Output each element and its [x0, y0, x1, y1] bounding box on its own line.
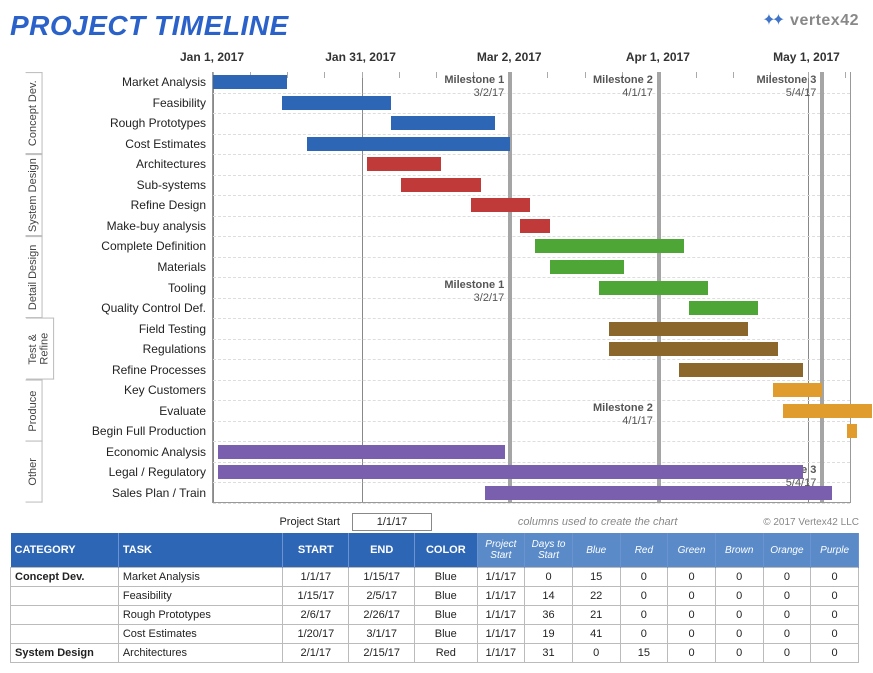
- milestone-label: Milestone 13/2/17: [424, 74, 510, 99]
- table-row[interactable]: Concept Dev.Market Analysis1/1/171/15/17…: [11, 568, 859, 587]
- gantt-bar: [391, 116, 495, 130]
- axis-date-label: Mar 2, 2017: [477, 50, 542, 64]
- task-label: Sales Plan / Train: [112, 486, 206, 500]
- group-label: System Design: [26, 154, 43, 236]
- gantt-bar: [689, 301, 758, 315]
- task-label: Evaluate: [159, 404, 206, 418]
- table-row[interactable]: System DesignArchitectures2/1/172/15/17R…: [11, 644, 859, 663]
- project-start-label: Project Start: [10, 516, 352, 528]
- axis-date-label: Jan 31, 2017: [325, 50, 396, 64]
- table-header: CATEGORY: [11, 533, 119, 568]
- table-header: START: [283, 533, 349, 568]
- axis-date-label: Jan 1, 2017: [180, 50, 244, 64]
- copyright: © 2017 Vertex42 LLC: [763, 517, 859, 528]
- table-header: Green: [668, 533, 716, 568]
- gantt-bar: [471, 198, 530, 212]
- gantt-bar: [773, 383, 823, 397]
- gantt-bar: [282, 96, 391, 110]
- gantt-bar: [679, 363, 803, 377]
- table-row[interactable]: Rough Prototypes2/6/172/26/17Blue1/1/173…: [11, 606, 859, 625]
- milestone-label: Milestone 13/2/17: [424, 279, 510, 304]
- table-header: TASK: [118, 533, 283, 568]
- gantt-bar: [213, 75, 287, 89]
- milestone-label: Milestone 35/4/17: [736, 74, 822, 99]
- milestone-label: Milestone 24/1/17: [573, 402, 659, 427]
- milestone-marker: [820, 72, 824, 502]
- task-label: Cost Estimates: [125, 137, 206, 151]
- gantt-bar: [599, 281, 708, 295]
- gantt-bar: [218, 445, 505, 459]
- group-label: Other: [26, 441, 43, 503]
- task-label: Sub-systems: [137, 178, 206, 192]
- brand-logo: ✦✦ vertex42: [762, 10, 859, 30]
- table-header: COLOR: [415, 533, 477, 568]
- group-label: Produce: [26, 380, 43, 442]
- gantt-bar: [367, 157, 441, 171]
- task-label: Refine Processes: [112, 363, 206, 377]
- task-label: Rough Prototypes: [110, 116, 206, 130]
- task-label: Complete Definition: [101, 239, 206, 253]
- table-header: Brown: [715, 533, 763, 568]
- table-header: Days to Start: [525, 533, 573, 568]
- axis-date-label: Apr 1, 2017: [626, 50, 690, 64]
- gantt-bar: [401, 178, 480, 192]
- gantt-chart: Jan 1, 2017 Jan 31, 2017 Mar 2, 2017 Apr 1,…: [22, 48, 855, 503]
- task-label: Field Testing: [139, 322, 206, 336]
- table-header: Orange: [763, 533, 811, 568]
- axis-date-label: May 1, 2017: [773, 50, 840, 64]
- task-label: Materials: [157, 260, 206, 274]
- page-title: PROJECT TIMELINE: [10, 10, 859, 42]
- table-row[interactable]: Cost Estimates1/20/173/1/17Blue1/1/17194…: [11, 625, 859, 644]
- table-header: Purple: [811, 533, 859, 568]
- group-label: Concept Dev.: [26, 72, 43, 154]
- data-table-area: Project Start 1/1/17 columns used to cre…: [10, 513, 859, 663]
- task-label: Economic Analysis: [106, 445, 206, 459]
- table-header: Red: [620, 533, 668, 568]
- data-table: CATEGORYTASKSTARTENDCOLORProject StartDa…: [10, 533, 859, 663]
- table-note: columns used to create the chart: [432, 516, 763, 528]
- task-label: Begin Full Production: [92, 424, 206, 438]
- task-label: Tooling: [168, 281, 206, 295]
- table-row[interactable]: Feasibility1/15/172/5/17Blue1/1/17142200…: [11, 587, 859, 606]
- task-label: Regulations: [143, 342, 206, 356]
- gantt-bar: [783, 404, 872, 418]
- task-label: Architectures: [136, 157, 206, 171]
- task-label: Make-buy analysis: [107, 219, 206, 233]
- milestone-label: Milestone 24/1/17: [573, 74, 659, 99]
- task-label: Refine Design: [131, 198, 206, 212]
- task-label: Key Customers: [124, 383, 206, 397]
- task-label: Quality Control Def.: [101, 301, 206, 315]
- group-label: Test & Refine: [26, 318, 54, 380]
- gantt-bar: [535, 239, 684, 253]
- table-header: Project Start: [477, 533, 525, 568]
- gantt-bar: [609, 322, 748, 336]
- project-start-value[interactable]: 1/1/17: [352, 513, 432, 531]
- task-label: Market Analysis: [122, 75, 206, 89]
- gantt-bar: [847, 424, 857, 438]
- group-label: Detail Design: [26, 236, 43, 318]
- gantt-bar: [520, 219, 550, 233]
- gantt-bar: [485, 486, 832, 500]
- table-header: END: [349, 533, 415, 568]
- gantt-bar: [609, 342, 777, 356]
- gantt-bar: [218, 465, 803, 479]
- task-label: Legal / Regulatory: [109, 465, 206, 479]
- task-label: Feasibility: [153, 96, 206, 110]
- table-header: Blue: [572, 533, 620, 568]
- gantt-bar: [307, 137, 510, 151]
- gantt-bar: [550, 260, 624, 274]
